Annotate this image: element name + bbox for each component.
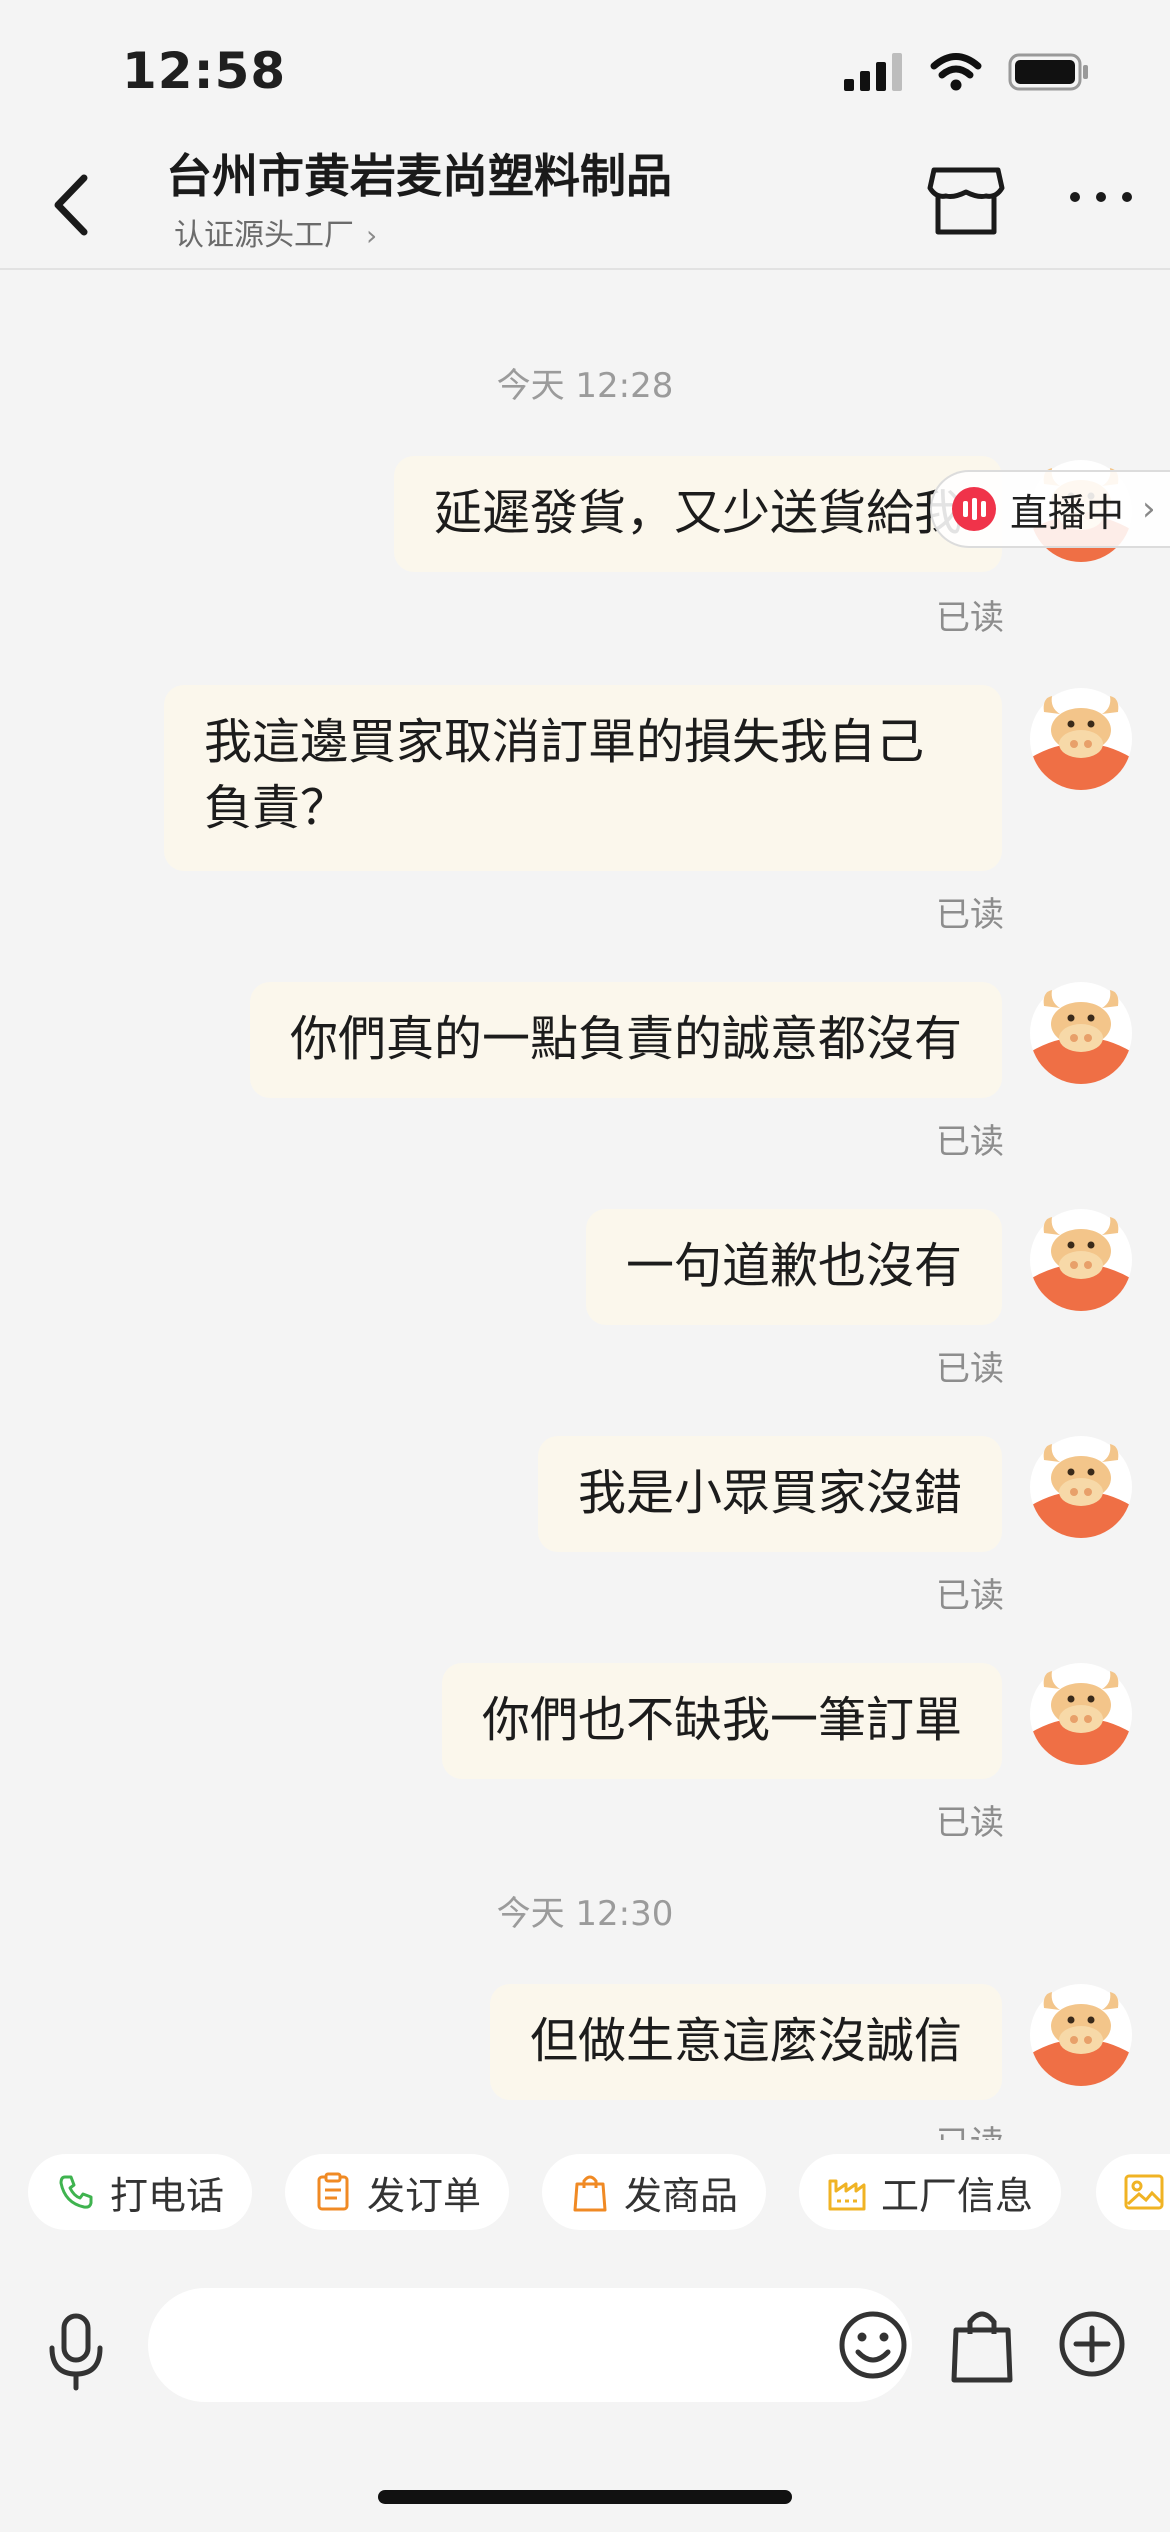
bull-avatar-icon xyxy=(1030,1984,1132,2086)
chevron-right-icon: › xyxy=(366,219,378,252)
status-icons xyxy=(844,52,1090,92)
live-indicator-icon xyxy=(952,487,996,531)
bull-avatar-icon xyxy=(1030,1663,1132,1765)
chat-title[interactable]: 台州市黄岩麦尚塑料制品 xyxy=(166,140,672,206)
send-order-label: 发订单 xyxy=(367,2173,482,2218)
message-bubble[interactable]: 我是小眾買家沒錯 xyxy=(537,1436,1002,1552)
phone-icon xyxy=(56,2172,96,2212)
image-icon xyxy=(1124,2172,1164,2212)
smiley-icon xyxy=(839,2311,907,2379)
factory-info-label: 工厂信息 xyxy=(881,2173,1034,2218)
factory-icon xyxy=(827,2172,867,2212)
bull-avatar-icon xyxy=(1030,688,1132,790)
quick-actions-bar[interactable]: 打电话 发订单 发商品 工厂信息 xyxy=(0,2154,1170,2238)
store-icon xyxy=(927,167,1005,235)
more-functions-button[interactable] xyxy=(1058,2310,1126,2378)
status-time: 12:58 xyxy=(122,42,287,100)
store-button[interactable] xyxy=(926,162,1006,238)
call-button[interactable]: 打电话 xyxy=(28,2154,253,2230)
factory-info-button[interactable]: 工厂信息 xyxy=(799,2154,1062,2230)
avatar xyxy=(1030,1436,1132,1538)
avatar xyxy=(1030,1663,1132,1765)
avatar xyxy=(1030,1209,1132,1311)
more-dots-icon xyxy=(1070,192,1132,202)
shopping-bag-icon xyxy=(951,2311,1013,2383)
message-bubble[interactable]: 但做生意這麼沒誠信 xyxy=(489,1984,1002,2100)
chevron-right-icon: › xyxy=(1142,489,1156,529)
back-button[interactable] xyxy=(40,170,110,240)
message-timestamp: 今天 12:28 xyxy=(496,366,674,406)
message-timestamp: 今天 12:30 xyxy=(496,1894,674,1934)
microphone-icon xyxy=(49,2313,103,2391)
send-order-button[interactable]: 发订单 xyxy=(285,2154,510,2230)
bull-avatar-icon xyxy=(1030,1209,1132,1311)
bull-avatar-icon xyxy=(1030,1436,1132,1538)
avatar xyxy=(1030,1984,1132,2086)
read-status: 已读 xyxy=(936,1803,1004,1843)
avatar xyxy=(1030,688,1132,790)
message-bubble[interactable]: 一句道歉也沒有 xyxy=(585,1209,1002,1325)
send-product-label: 发商品 xyxy=(624,2173,739,2218)
chevron-left-icon xyxy=(54,174,88,236)
read-status: 已读 xyxy=(936,2116,1004,2140)
read-status: 已读 xyxy=(936,1349,1004,1389)
message-bubble[interactable]: 延遲發貨，又少送貨給我 xyxy=(393,456,1002,572)
live-label: 直播中 xyxy=(1010,490,1125,535)
send-product-button[interactable]: 发商品 xyxy=(542,2154,767,2230)
product-button[interactable] xyxy=(950,2306,1014,2384)
read-status: 已读 xyxy=(936,1122,1004,1162)
message-input[interactable] xyxy=(148,2288,912,2402)
certified-factory-link[interactable]: 认证源头工厂 › xyxy=(174,210,377,254)
home-indicator[interactable] xyxy=(378,2490,792,2504)
bull-avatar-icon xyxy=(1030,982,1132,1084)
plus-circle-icon xyxy=(1059,2311,1125,2377)
message-bubble[interactable]: 你們真的一點負責的誠意都沒有 xyxy=(249,982,1002,1098)
message-bubble[interactable]: 你們也不缺我一筆訂單 xyxy=(441,1663,1002,1779)
chat-header: 台州市黄岩麦尚塑料制品 认证源头工厂 › xyxy=(0,140,1170,270)
cellular-signal-icon xyxy=(844,53,902,91)
emoji-button[interactable] xyxy=(838,2310,908,2380)
read-status: 已读 xyxy=(936,1576,1004,1616)
clipboard-icon xyxy=(313,2172,353,2212)
call-label: 打电话 xyxy=(110,2173,225,2218)
battery-icon xyxy=(1008,53,1088,91)
avatar xyxy=(1030,982,1132,1084)
voice-button[interactable] xyxy=(44,2310,108,2394)
read-status: 已读 xyxy=(936,895,1004,935)
read-status: 已读 xyxy=(936,598,1004,638)
wifi-icon xyxy=(930,53,982,91)
certified-factory-label: 认证源头工厂 xyxy=(174,218,354,253)
shopping-bag-icon xyxy=(570,2172,610,2212)
message-list[interactable]: 今天 12:28 延遲發貨，又少送貨給我 已读 我這邊買家取消訂單的損失我自己負… xyxy=(0,270,1170,2140)
send-image-button[interactable] xyxy=(1096,2154,1170,2230)
live-stream-badge[interactable]: 直播中 › xyxy=(930,470,1170,548)
message-bubble[interactable]: 我這邊買家取消訂單的損失我自己負責？ xyxy=(164,685,1002,871)
status-bar: 12:58 xyxy=(0,0,1170,140)
more-options-button[interactable] xyxy=(1066,182,1136,212)
input-bar xyxy=(0,2270,1170,2430)
